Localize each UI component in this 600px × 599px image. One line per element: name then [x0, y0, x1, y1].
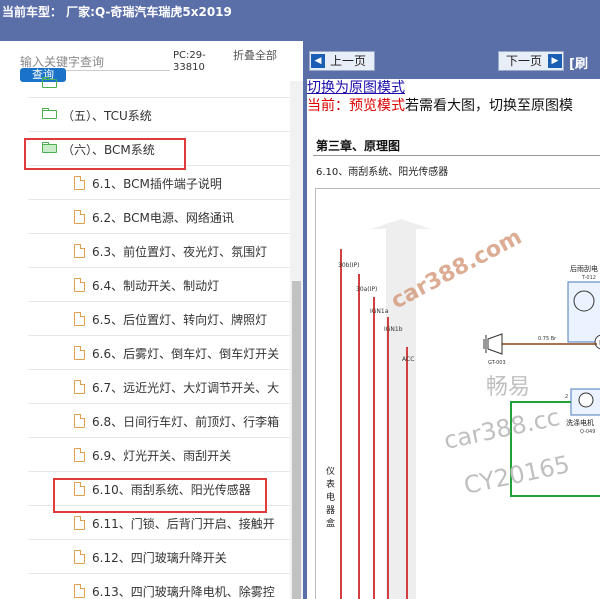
viewer-pane: ◀ 上一页 下一页 ▶ [刷 切换为原图模式 当前：预览模式若需看大图，切换至原…: [307, 41, 600, 599]
document-icon: [74, 210, 88, 224]
folder-icon: [42, 108, 57, 120]
watermark-text: 畅易: [486, 375, 530, 400]
folder-icon: [42, 77, 57, 89]
chapter-divider: [313, 155, 600, 156]
ground-icon: [487, 333, 503, 355]
tree-item-label: 6.11、门锁、后背门开启、接触开: [92, 517, 275, 531]
highlight-box-folder: [24, 138, 186, 170]
document-icon: [74, 312, 88, 326]
watermark-text: car388.cc: [441, 403, 562, 455]
viewer-toolbar: ◀ 上一页 下一页 ▶ [刷: [307, 41, 600, 79]
next-page-label: 下一页: [506, 54, 543, 68]
tree-item[interactable]: 6.4、制动开关、制动灯: [0, 268, 290, 302]
document-icon: [74, 380, 88, 394]
tree-item-label: 6.1、BCM插件端子说明: [92, 177, 222, 191]
document-icon: [74, 414, 88, 428]
wire-label: 30a(IP): [356, 286, 377, 293]
wiring-diagram: 30b(IP) 30a(IP) IGN1a IGN1b ACC 仪表电器盒 后雨…: [315, 188, 600, 599]
highlight-box-item: [53, 478, 267, 513]
tree-item-label: 6.3、前位置灯、夜光灯、氛围灯: [92, 245, 268, 259]
refresh-link[interactable]: [刷: [569, 53, 588, 72]
document-icon: [74, 278, 88, 292]
wire-label: ACC: [402, 356, 414, 363]
document-icon: [74, 176, 88, 190]
pin-label: 2: [565, 394, 568, 400]
fold-all-button[interactable]: 折叠全部: [233, 50, 278, 62]
connector-label: Q-049: [580, 429, 595, 435]
tree-item-label: 6.4、制动开关、制动灯: [92, 279, 220, 293]
tree-item[interactable]: 6.2、BCM电源、网络通讯: [0, 200, 290, 234]
arrow-right-icon: ▶: [548, 54, 562, 68]
tree-item-label: 6.6、后雾灯、倒车灯、倒车灯开关: [92, 347, 280, 361]
toc-tree: （五）、TCU系统 （六）、BCM系统 6.1、BCM插件端子说明 6.2、BC…: [0, 77, 290, 599]
tree-folder-partial[interactable]: [0, 64, 290, 98]
tree-item[interactable]: 6.8、日间行车灯、前顶灯、行李箱: [0, 404, 290, 438]
wire-brown-label: 0.75 Br: [538, 336, 557, 342]
watermark-text: CY20165: [461, 450, 572, 500]
vehicle-title: 当前车型： 厂家:Q-奇瑞汽车瑞虎5x2019: [2, 5, 232, 19]
tree-folder-label: （五）、TCU系统: [62, 109, 152, 123]
tree-item[interactable]: 6.6、后雾灯、倒车灯、倒车灯开关: [0, 336, 290, 370]
document-icon: [74, 550, 88, 564]
chapter-title: 第三章、原理图: [316, 139, 401, 153]
tree-item-label: 6.8、日间行车灯、前顶灯、行李箱: [92, 415, 280, 429]
prev-page-label: 上一页: [330, 54, 367, 68]
tree-item[interactable]: 6.3、前位置灯、夜光灯、氛围灯: [0, 234, 290, 268]
arrow-left-icon: ◀: [311, 54, 325, 68]
document-icon: [74, 244, 88, 258]
document-icon: [74, 346, 88, 360]
tree-item[interactable]: 6.13、四门玻璃升降电机、除雾控: [0, 574, 290, 599]
document-icon: [74, 516, 88, 530]
next-page-button[interactable]: 下一页 ▶: [498, 51, 564, 71]
document-page: 第三章、原理图 6.10、雨刮系统、阳光传感器 30b(IP) 30a(IP) …: [313, 129, 600, 599]
prev-page-button[interactable]: ◀ 上一页: [309, 51, 375, 71]
tree-item[interactable]: 6.12、四门玻璃升降开关: [0, 540, 290, 574]
rear-wiper-label: 后雨刮电: [570, 264, 598, 273]
tree-item-label: 6.13、四门玻璃升降电机、除雾控: [92, 585, 275, 599]
switch-original-mode-link[interactable]: 切换为原图模式: [307, 77, 405, 97]
tree-folder-tcu[interactable]: （五）、TCU系统: [0, 98, 290, 132]
tree-item-label: 6.12、四门玻璃升降开关: [92, 551, 227, 565]
tree-item[interactable]: 6.5、后位置灯、转向灯、牌照灯: [0, 302, 290, 336]
tree-item[interactable]: 6.9、灯光开关、雨刮开关: [0, 438, 290, 472]
left-panel: 查询 PC:29-33810 折叠全部 （五）、TCU系统 （六）、BCM系统 …: [0, 41, 303, 599]
tree-scrollbar[interactable]: [290, 81, 303, 599]
wire-label: 30b(IP): [338, 262, 360, 269]
wire-label: IGN1a: [370, 308, 389, 315]
washer-motor-label: 洗涤电机: [566, 418, 594, 427]
tree-item[interactable]: 6.1、BCM插件端子说明: [0, 166, 290, 200]
tree-item-label: 6.2、BCM电源、网络通讯: [92, 211, 234, 225]
document-icon: [74, 448, 88, 462]
preview-mode-notice: 当前：预览模式若需看大图，切换至原图模: [307, 95, 573, 115]
section-title: 6.10、雨刮系统、阳光传感器: [316, 167, 449, 178]
wiring-diagram-svg: 30b(IP) 30a(IP) IGN1a IGN1b ACC 仪表电器盒 后雨…: [326, 219, 600, 599]
ground-label: GT-003: [488, 360, 506, 366]
tree-item-label: 6.9、灯光开关、雨刮开关: [92, 449, 232, 463]
washer-motor-icon: [578, 392, 594, 408]
title-bar: 当前车型： 厂家:Q-奇瑞汽车瑞虎5x2019: [0, 0, 600, 41]
tree-item[interactable]: 6.7、远近光灯、大灯调节开关、大: [0, 370, 290, 404]
tree-item-label: 6.7、远近光灯、大灯调节开关、大: [92, 381, 280, 395]
scrollbar-thumb[interactable]: [292, 281, 301, 599]
document-icon: [74, 584, 88, 598]
wire-label: IGN1b: [384, 326, 403, 333]
box-label: 仪表电器盒: [326, 466, 335, 529]
preview-mode-label: 当前：预览模式: [307, 98, 405, 114]
tree-item-label: 6.5、后位置灯、转向灯、牌照灯: [92, 313, 268, 327]
connector-label: T-012: [581, 275, 596, 281]
preview-mode-hint: 若需看大图，切换至原图模: [405, 98, 573, 114]
